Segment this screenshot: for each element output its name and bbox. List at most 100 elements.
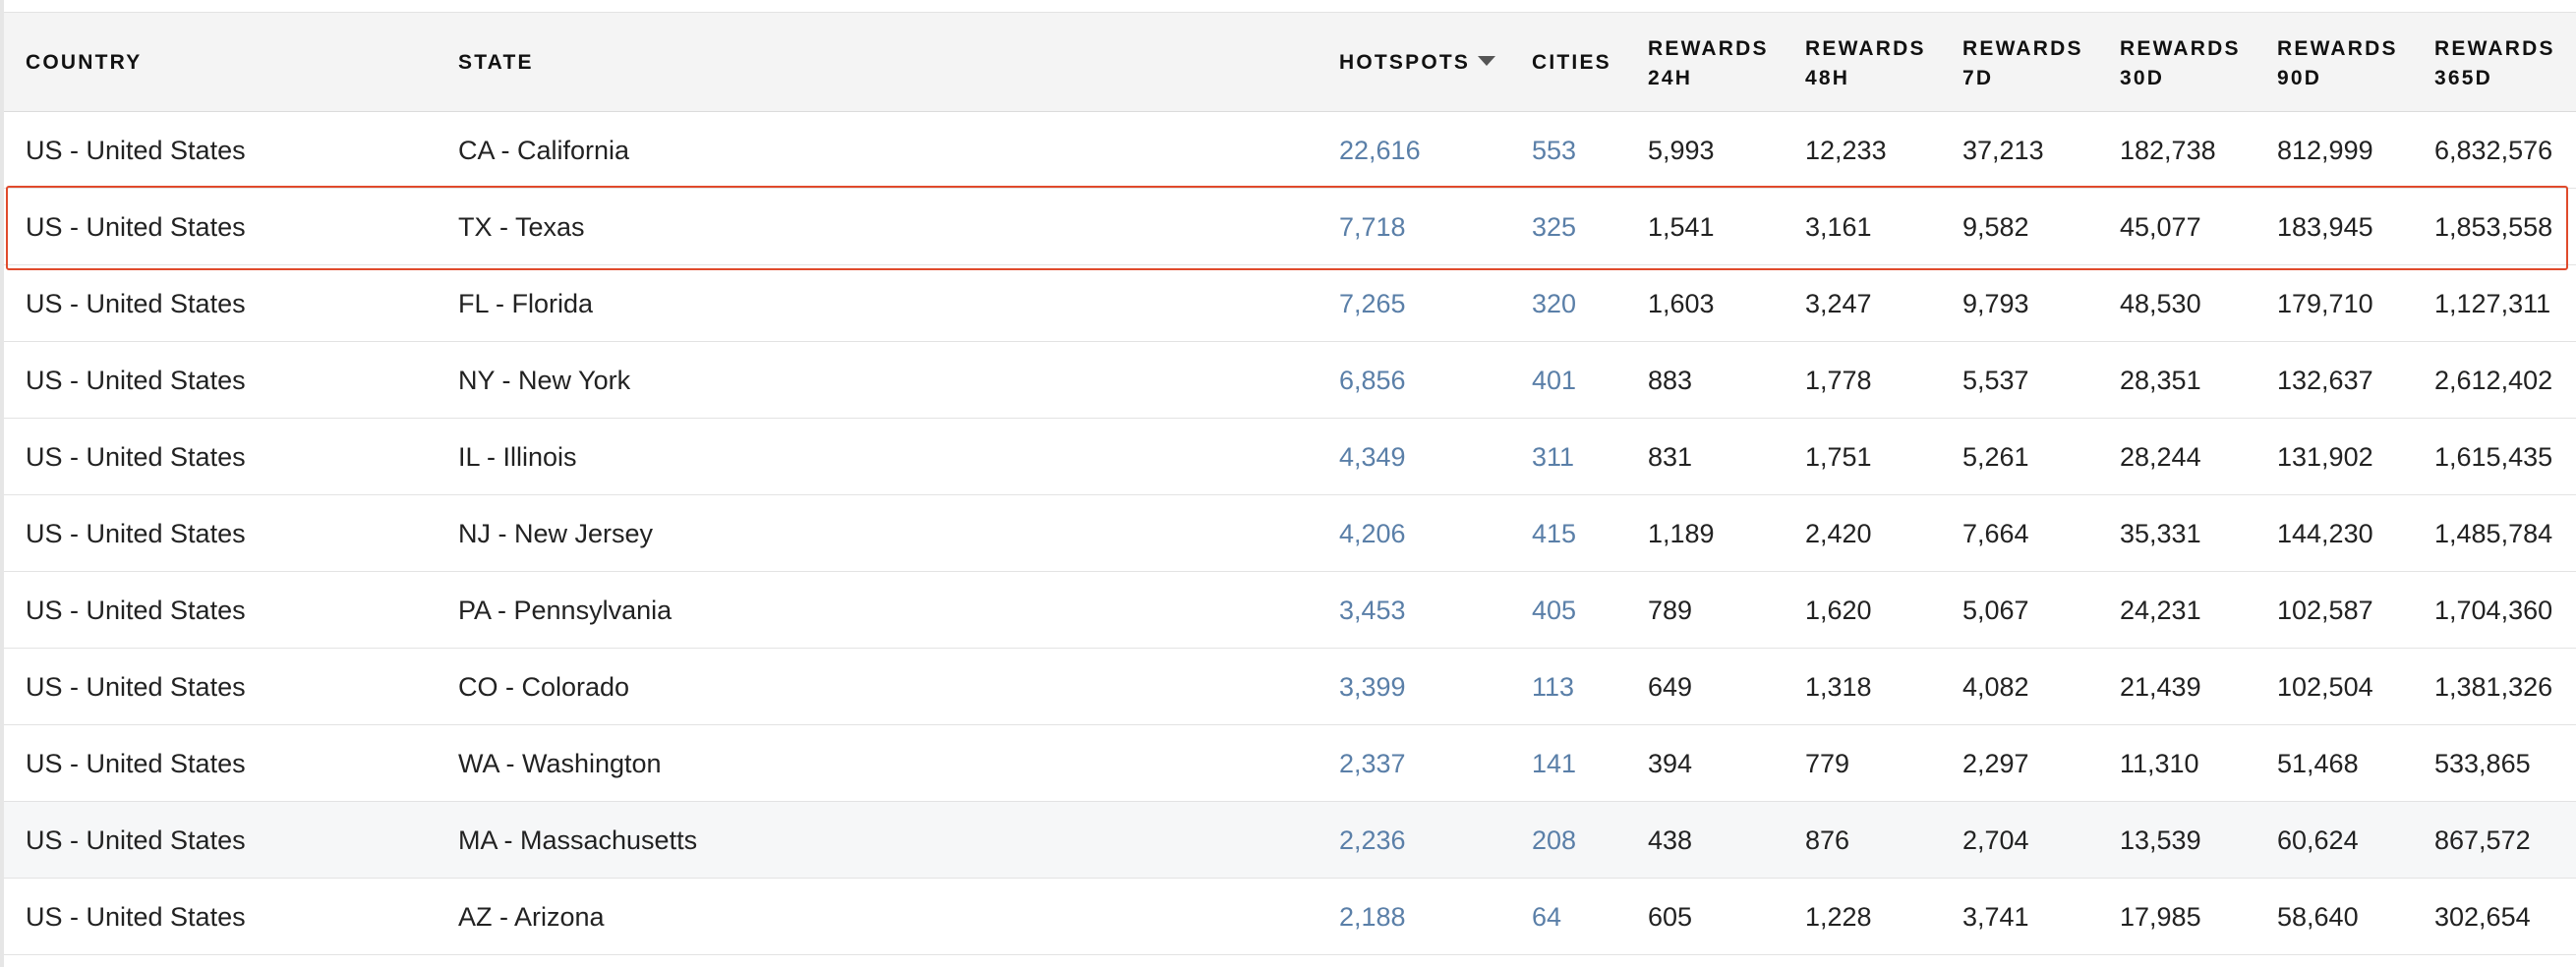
cell-state: CA - California bbox=[458, 136, 630, 165]
cell-cities-link[interactable]: 415 bbox=[1532, 518, 1576, 549]
column-header-label: STATE bbox=[458, 51, 534, 74]
cell-hotspots-link[interactable]: 22,616 bbox=[1339, 135, 1421, 166]
column-header-country[interactable]: COUNTRY bbox=[26, 48, 142, 78]
table-row[interactable]: US - United States IL - Illinois 4,349 311 8… bbox=[4, 419, 2576, 495]
column-header-label: REWARDS bbox=[1805, 37, 1926, 60]
caret-down-icon[interactable] bbox=[1478, 56, 1496, 67]
cell-rewards-48h: 779 bbox=[1805, 749, 1850, 778]
column-header-label: CITIES bbox=[1532, 51, 1611, 74]
cell-rewards-30d: 28,244 bbox=[2120, 442, 2201, 472]
column-header-period: 7D bbox=[1962, 67, 1994, 89]
cell-rewards-7d: 4,082 bbox=[1962, 672, 2029, 702]
table-row[interactable]: US - United States MA - Massachusetts 2,23… bbox=[4, 802, 2576, 879]
table-row[interactable]: US - United States WA - Washington 2,337 14… bbox=[4, 725, 2576, 802]
column-header-cities[interactable]: CITIES bbox=[1532, 48, 1611, 78]
cell-country: US - United States bbox=[26, 442, 246, 472]
cell-state: TX - Texas bbox=[458, 212, 585, 242]
cell-rewards-365d: 6,832,576 bbox=[2434, 136, 2553, 165]
cell-cities-link[interactable]: 401 bbox=[1532, 365, 1576, 396]
table-row[interactable]: US - United States TX - Texas 7,718 325 1,54… bbox=[4, 189, 2576, 265]
column-header-period: 365D bbox=[2434, 67, 2493, 89]
table-row[interactable]: US - United States FL - Florida 7,265 320 1,… bbox=[4, 265, 2576, 342]
cell-hotspots-link[interactable]: 7,718 bbox=[1339, 211, 1406, 243]
cell-rewards-7d: 5,067 bbox=[1962, 596, 2029, 625]
cell-rewards-24h: 789 bbox=[1648, 596, 1693, 625]
table-row[interactable]: US - United States CA - California 22,616 5… bbox=[4, 112, 2576, 189]
column-header-hotspots[interactable]: HOTSPOTS bbox=[1339, 48, 1496, 78]
cell-hotspots-link[interactable]: 3,399 bbox=[1339, 671, 1406, 703]
cell-rewards-24h: 1,603 bbox=[1648, 289, 1715, 318]
cell-rewards-24h: 1,541 bbox=[1648, 212, 1715, 242]
cell-rewards-24h: 605 bbox=[1648, 902, 1693, 932]
cell-rewards-30d: 11,310 bbox=[2120, 749, 2199, 778]
cell-hotspots-link[interactable]: 4,349 bbox=[1339, 441, 1406, 473]
column-header-state[interactable]: STATE bbox=[458, 48, 534, 78]
cell-rewards-365d: 1,704,360 bbox=[2434, 596, 2553, 625]
column-header-label: REWARDS bbox=[1962, 37, 2083, 60]
column-header-rewards-7d[interactable]: REWARDS 7D bbox=[1962, 34, 2083, 93]
cell-rewards-30d: 17,985 bbox=[2120, 902, 2201, 932]
cell-hotspots-link[interactable]: 2,337 bbox=[1339, 748, 1406, 779]
cell-country: US - United States bbox=[26, 749, 246, 778]
column-header-rewards-90d[interactable]: REWARDS 90D bbox=[2277, 34, 2398, 93]
cell-rewards-48h: 1,620 bbox=[1805, 596, 1872, 625]
cell-rewards-48h: 1,778 bbox=[1805, 366, 1872, 395]
table-row[interactable]: US - United States AZ - Arizona 2,188 64 605… bbox=[4, 879, 2576, 955]
cell-state: CO - Colorado bbox=[458, 672, 630, 702]
column-header-rewards-48h[interactable]: REWARDS 48H bbox=[1805, 34, 1926, 93]
cell-rewards-30d: 28,351 bbox=[2120, 366, 2201, 395]
cell-hotspots-link[interactable]: 4,206 bbox=[1339, 518, 1406, 549]
table-row[interactable]: US - United States NJ - New Jersey 4,206 41… bbox=[4, 495, 2576, 572]
cell-rewards-90d: 812,999 bbox=[2277, 136, 2373, 165]
cell-hotspots-link[interactable]: 2,188 bbox=[1339, 901, 1406, 933]
table-row[interactable]: US - United States PA - Pennsylvania 3,453… bbox=[4, 572, 2576, 649]
cell-cities-link[interactable]: 208 bbox=[1532, 825, 1576, 856]
cell-rewards-48h: 3,161 bbox=[1805, 212, 1872, 242]
cell-rewards-365d: 1,381,326 bbox=[2434, 672, 2553, 702]
cell-cities-link[interactable]: 113 bbox=[1532, 671, 1574, 703]
cell-rewards-7d: 5,537 bbox=[1962, 366, 2029, 395]
cell-rewards-365d: 1,615,435 bbox=[2434, 442, 2553, 472]
column-header-period: 48H bbox=[1805, 67, 1850, 89]
cell-cities-link[interactable]: 64 bbox=[1532, 901, 1561, 933]
column-header-rewards-24h[interactable]: REWARDS 24H bbox=[1648, 34, 1769, 93]
cell-rewards-30d: 21,439 bbox=[2120, 672, 2201, 702]
cell-rewards-7d: 2,704 bbox=[1962, 825, 2029, 855]
cell-rewards-90d: 58,640 bbox=[2277, 902, 2359, 932]
cell-rewards-30d: 48,530 bbox=[2120, 289, 2201, 318]
column-header-label: REWARDS bbox=[2277, 37, 2398, 60]
cell-cities-link[interactable]: 320 bbox=[1532, 288, 1576, 319]
cell-rewards-90d: 132,637 bbox=[2277, 366, 2373, 395]
cell-rewards-365d: 2,612,402 bbox=[2434, 366, 2553, 395]
cell-rewards-365d: 867,572 bbox=[2434, 825, 2531, 855]
cell-country: US - United States bbox=[26, 212, 246, 242]
cell-rewards-24h: 394 bbox=[1648, 749, 1693, 778]
cell-state: IL - Illinois bbox=[458, 442, 577, 472]
cell-country: US - United States bbox=[26, 289, 246, 318]
cell-cities-link[interactable]: 141 bbox=[1532, 748, 1576, 779]
cell-rewards-365d: 1,853,558 bbox=[2434, 212, 2553, 242]
cell-rewards-24h: 438 bbox=[1648, 825, 1693, 855]
column-header-rewards-30d[interactable]: REWARDS 30D bbox=[2120, 34, 2241, 93]
cell-country: US - United States bbox=[26, 672, 246, 702]
cell-hotspots-link[interactable]: 6,856 bbox=[1339, 365, 1406, 396]
cell-hotspots-link[interactable]: 7,265 bbox=[1339, 288, 1406, 319]
cell-rewards-7d: 9,793 bbox=[1962, 289, 2029, 318]
cell-rewards-30d: 182,738 bbox=[2120, 136, 2216, 165]
cell-cities-link[interactable]: 553 bbox=[1532, 135, 1576, 166]
table-row[interactable]: US - United States CO - Colorado 3,399 113 6… bbox=[4, 649, 2576, 725]
cell-cities-link[interactable]: 311 bbox=[1532, 441, 1574, 473]
cell-country: US - United States bbox=[26, 825, 246, 855]
table-row[interactable]: US - United States NY - New York 6,856 401 8… bbox=[4, 342, 2576, 419]
cell-rewards-365d: 302,654 bbox=[2434, 902, 2531, 932]
column-header-rewards-365d[interactable]: REWARDS 365D bbox=[2434, 34, 2555, 93]
cell-hotspots-link[interactable]: 3,453 bbox=[1339, 595, 1406, 626]
cell-rewards-48h: 1,318 bbox=[1805, 672, 1872, 702]
cell-cities-link[interactable]: 405 bbox=[1532, 595, 1576, 626]
cell-cities-link[interactable]: 325 bbox=[1532, 211, 1576, 243]
cell-rewards-48h: 876 bbox=[1805, 825, 1850, 855]
cell-rewards-7d: 9,582 bbox=[1962, 212, 2029, 242]
cell-hotspots-link[interactable]: 2,236 bbox=[1339, 825, 1406, 856]
cell-rewards-24h: 883 bbox=[1648, 366, 1693, 395]
cell-state: AZ - Arizona bbox=[458, 902, 605, 932]
